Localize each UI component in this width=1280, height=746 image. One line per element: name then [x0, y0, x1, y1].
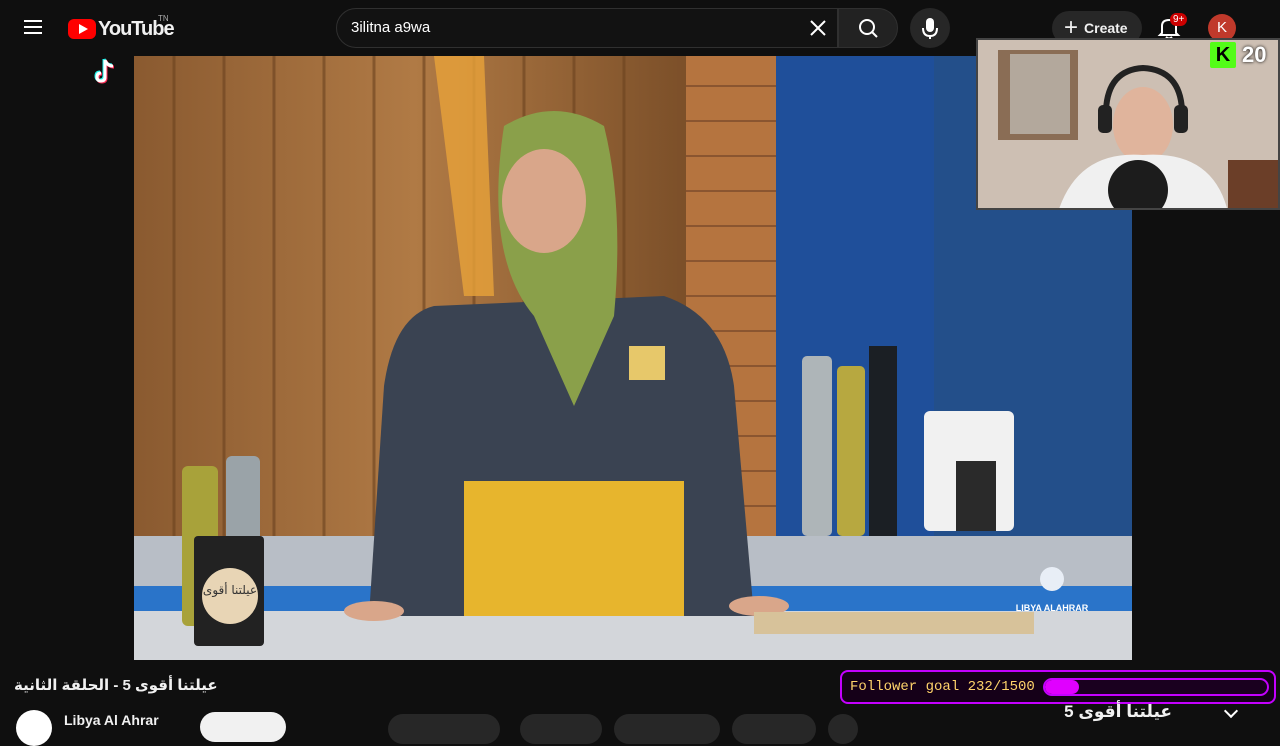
- search-button[interactable]: [838, 8, 898, 48]
- follower-goal-bar: [1042, 678, 1269, 696]
- like-dislike-button[interactable]: [388, 714, 500, 744]
- download-button[interactable]: [614, 714, 720, 744]
- follower-goal-fill: [1044, 680, 1080, 694]
- kick-viewer-count: 20: [1242, 42, 1267, 67]
- follower-goal-widget: Follower goal 232/1500: [840, 670, 1276, 704]
- create-label: Create: [1084, 20, 1128, 36]
- plus-icon: +: [1064, 14, 1079, 41]
- channel-avatar[interactable]: [16, 710, 52, 746]
- share-button[interactable]: [520, 714, 602, 744]
- channel-row: Libya Al Ahrar: [16, 706, 866, 746]
- playlist-panel[interactable]: عيلتنا أقوى 5: [876, 700, 1256, 721]
- channel-bug: LIBYA ALAHRAR: [1016, 603, 1089, 613]
- tiktok-icon: [88, 52, 124, 88]
- kick-icon: K: [1210, 42, 1236, 68]
- channel-name[interactable]: Libya Al Ahrar: [64, 712, 159, 728]
- chevron-down-icon[interactable]: [1223, 703, 1239, 719]
- follower-goal-label: Follower goal 232/1500: [850, 679, 1035, 695]
- more-actions-button[interactable]: [828, 714, 858, 744]
- subscribe-button[interactable]: [200, 712, 286, 742]
- menu-icon[interactable]: [20, 16, 46, 40]
- search-icon: [859, 19, 878, 38]
- clip-button[interactable]: [732, 714, 816, 744]
- mic-icon: [922, 18, 938, 39]
- watermark-logo: عيلتنا أقوى: [203, 582, 257, 598]
- clear-icon[interactable]: [808, 14, 836, 42]
- notification-badge: 9+: [1170, 13, 1188, 26]
- search-input[interactable]: 3ilitna a9wa: [351, 19, 430, 36]
- video-title: عيلتنا أقوى 5 - الحلقة الثانية: [14, 677, 218, 694]
- youtube-logo-icon: [68, 19, 96, 39]
- kick-viewer-counter: K 20: [1210, 42, 1266, 68]
- playlist-title: عيلتنا أقوى 5: [1064, 702, 1172, 721]
- voice-search-button[interactable]: [910, 8, 950, 48]
- search-box[interactable]: 3ilitna a9wa: [336, 8, 838, 48]
- logo-region-code: TN: [158, 14, 169, 23]
